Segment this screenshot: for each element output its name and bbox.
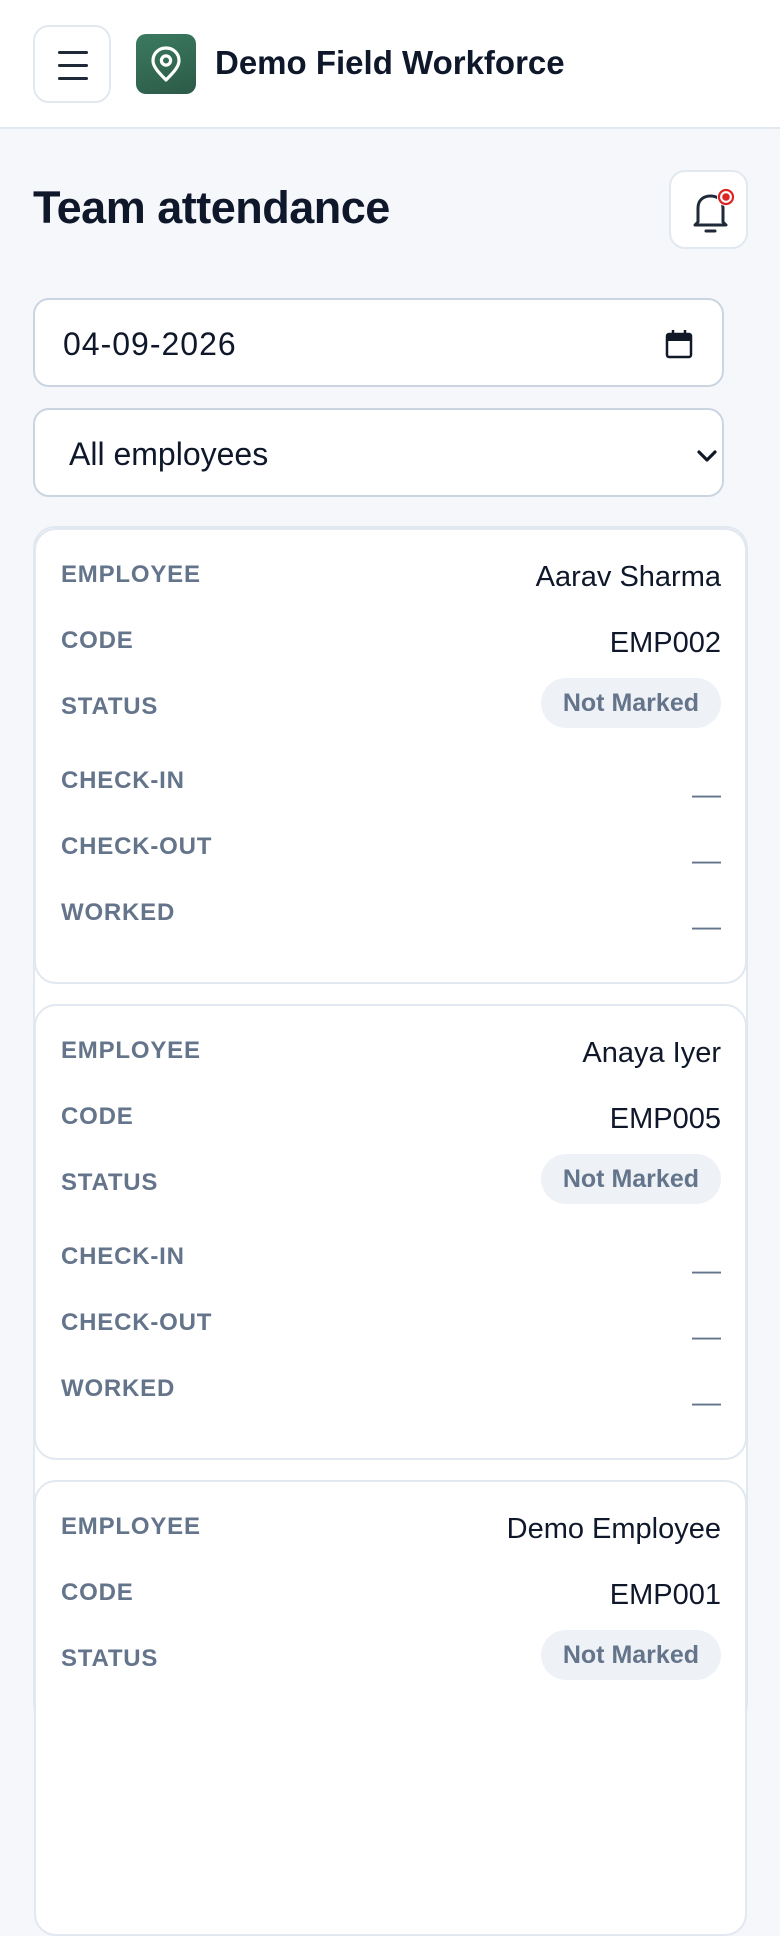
attendance-card: EMPLOYEE Demo Employee CODE EMP001 STATU…: [34, 1480, 747, 1936]
employee-select-value: All employees: [69, 436, 269, 472]
menu-button[interactable]: [33, 25, 111, 103]
check-out-label: CHECK-OUT: [61, 1309, 213, 1336]
code-row: CODE EMP001: [61, 1579, 721, 1619]
app-logo: [136, 34, 196, 94]
hamburger-menu-icon: [58, 77, 88, 80]
notifications-button[interactable]: [669, 170, 748, 249]
employee-name: Aarav Sharma: [535, 561, 721, 593]
employee-label: EMPLOYEE: [61, 1513, 201, 1540]
hamburger-menu-icon: [58, 51, 88, 54]
status-label: STATUS: [61, 693, 159, 720]
employee-label: EMPLOYEE: [61, 1037, 201, 1064]
chevron-down-icon: [697, 450, 717, 462]
check-out-value: —: [692, 1321, 721, 1353]
worked-row: WORKED —: [61, 1375, 721, 1419]
employee-select[interactable]: All employees: [33, 408, 724, 497]
check-in-label: CHECK-IN: [61, 1243, 185, 1270]
employee-row: EMPLOYEE Demo Employee: [61, 1513, 721, 1553]
check-out-value: —: [692, 845, 721, 877]
app-title: Demo Field Workforce: [215, 44, 565, 81]
worked-row: WORKED —: [61, 899, 721, 943]
check-out-row: CHECK-OUT —: [61, 833, 721, 877]
code-label: CODE: [61, 1579, 134, 1606]
employee-code: EMP005: [609, 1103, 721, 1135]
attendance-card: EMPLOYEE Aarav Sharma CODE EMP002 STATUS…: [34, 528, 747, 984]
check-in-value: —: [692, 779, 721, 811]
top-bar: Demo Field Workforce: [0, 0, 780, 129]
worked-value: —: [692, 911, 721, 943]
employee-label: EMPLOYEE: [61, 561, 201, 588]
code-label: CODE: [61, 627, 134, 654]
employee-name: Anaya Iyer: [582, 1037, 721, 1069]
worked-label: WORKED: [61, 1375, 176, 1402]
status-row: STATUS Not Marked: [61, 1630, 721, 1685]
worked-label: WORKED: [61, 899, 176, 926]
status-row: STATUS Not Marked: [61, 678, 721, 733]
check-in-value: —: [692, 1255, 721, 1287]
employee-name: Demo Employee: [506, 1513, 721, 1545]
code-label: CODE: [61, 1103, 134, 1130]
status-label: STATUS: [61, 1169, 159, 1196]
attendance-card: EMPLOYEE Anaya Iyer CODE EMP005 STATUS N…: [34, 1004, 747, 1460]
status-badge: Not Marked: [540, 678, 721, 728]
employee-row: EMPLOYEE Aarav Sharma: [61, 561, 721, 601]
check-in-label: CHECK-IN: [61, 767, 185, 794]
page-title: Team attendance: [33, 182, 390, 233]
check-out-label: CHECK-OUT: [61, 833, 213, 860]
status-row: STATUS Not Marked: [61, 1154, 721, 1209]
check-in-row: CHECK-IN —: [61, 767, 721, 811]
employee-code: EMP001: [609, 1579, 721, 1611]
date-input[interactable]: 04-09-2026: [33, 298, 724, 387]
calendar-icon[interactable]: [665, 329, 693, 359]
status-badge: Not Marked: [540, 1154, 721, 1204]
code-row: CODE EMP005: [61, 1103, 721, 1143]
code-row: CODE EMP002: [61, 627, 721, 667]
check-in-row: CHECK-IN —: [61, 1243, 721, 1287]
employee-row: EMPLOYEE Anaya Iyer: [61, 1037, 721, 1077]
date-value: 04-09-2026: [63, 326, 237, 362]
hamburger-menu-icon: [58, 64, 88, 67]
status-label: STATUS: [61, 1645, 159, 1672]
location-pin-icon: [151, 46, 181, 82]
status-badge: Not Marked: [540, 1630, 721, 1680]
check-out-row: CHECK-OUT —: [61, 1309, 721, 1353]
worked-value: —: [692, 1387, 721, 1419]
bell-icon: [693, 188, 735, 233]
employee-code: EMP002: [609, 627, 721, 659]
